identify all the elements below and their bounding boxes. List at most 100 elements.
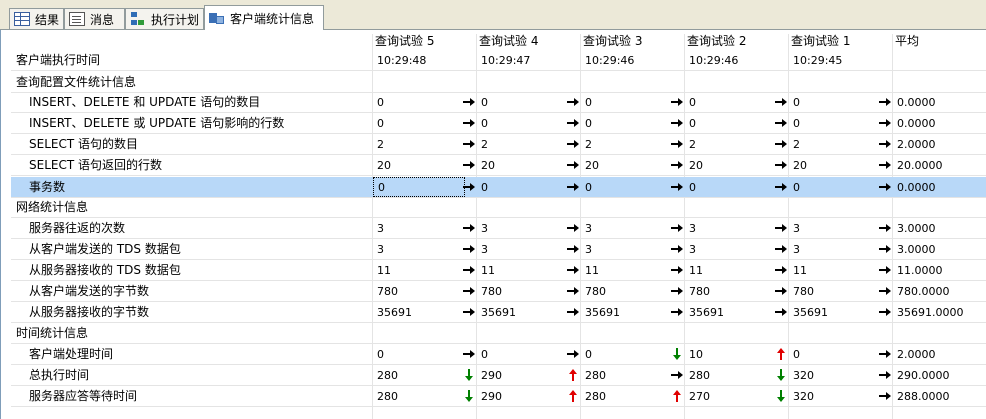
column-header[interactable]: 查询试验 2	[687, 32, 746, 51]
stat-value-avg[interactable]: 0.0000	[897, 113, 936, 134]
stat-value-trial-2[interactable]: 10:29:46	[689, 50, 738, 71]
stat-value-trial-4[interactable]: 11	[481, 260, 495, 281]
stat-row[interactable]: 从客户端发送的 TDS 数据包 3 3 3 3 3 3.0000	[11, 239, 986, 260]
stat-value-avg[interactable]: 0.0000	[897, 177, 936, 198]
stat-value-trial-1[interactable]: 780	[793, 281, 814, 302]
stat-value-trial-4[interactable]: 3	[481, 239, 488, 260]
stat-value-trial-5[interactable]: 20	[377, 155, 391, 176]
stat-value-trial-5[interactable]: 0	[373, 177, 465, 197]
stat-value-trial-1[interactable]: 0	[793, 344, 800, 365]
stat-value-trial-5[interactable]: 3	[377, 218, 384, 239]
stat-value-trial-4[interactable]: 35691	[481, 302, 516, 323]
stat-value-trial-1[interactable]: 20	[793, 155, 807, 176]
stat-value-avg[interactable]: 11.0000	[897, 260, 943, 281]
stat-value-trial-5[interactable]: 0	[377, 113, 384, 134]
tab-execution-plan[interactable]: 执行计划	[125, 8, 204, 29]
stat-value-trial-2[interactable]: 10	[689, 344, 703, 365]
stat-value-avg[interactable]: 780.0000	[897, 281, 950, 302]
stat-value-trial-2[interactable]: 0	[689, 113, 696, 134]
stat-value-trial-3[interactable]: 11	[585, 260, 599, 281]
stat-value-trial-1[interactable]: 0	[793, 113, 800, 134]
stat-row[interactable]: 从服务器接收的字节数 35691 35691 35691 35691 35691 35691…	[11, 302, 986, 323]
stat-value-trial-3[interactable]: 3	[585, 218, 592, 239]
stat-value-trial-4[interactable]: 10:29:47	[481, 50, 530, 71]
stat-value-trial-1[interactable]: 320	[793, 365, 814, 386]
stat-value-avg[interactable]: 290.0000	[897, 365, 950, 386]
stat-value-trial-3[interactable]: 0	[585, 344, 592, 365]
stat-row[interactable]: 总执行时间 280 290 280 280 320 290.0000	[11, 365, 986, 386]
stat-value-avg[interactable]: 288.0000	[897, 386, 950, 407]
stat-row[interactable]: 事务数 0 0 0 0 0 0.0000	[11, 177, 986, 198]
stat-value-trial-1[interactable]: 320	[793, 386, 814, 407]
stat-value-trial-5[interactable]: 3	[377, 239, 384, 260]
stat-value-trial-5[interactable]: 10:29:48	[377, 50, 426, 71]
stat-value-trial-2[interactable]: 35691	[689, 302, 724, 323]
stat-value-trial-3[interactable]: 280	[585, 365, 606, 386]
stat-value-trial-5[interactable]: 0	[377, 92, 384, 113]
stat-row[interactable]: 客户端执行时间 10:29:48 10:29:47 10:29:46 10:29:46 1…	[11, 50, 986, 71]
stat-value-trial-2[interactable]: 270	[689, 386, 710, 407]
stat-value-trial-2[interactable]: 0	[689, 177, 696, 198]
stat-value-trial-1[interactable]: 10:29:45	[793, 50, 842, 71]
stat-value-trial-3[interactable]: 2	[585, 134, 592, 155]
stat-value-trial-1[interactable]: 35691	[793, 302, 828, 323]
stat-value-avg[interactable]: 2.0000	[897, 344, 936, 365]
column-header[interactable]: 查询试验 4	[479, 32, 538, 51]
stat-row[interactable]: INSERT、DELETE 和 UPDATE 语句的数目 0 0 0 0 0 0.0000	[11, 92, 986, 113]
stat-value-trial-2[interactable]: 2	[689, 134, 696, 155]
stat-value-trial-1[interactable]: 2	[793, 134, 800, 155]
stat-value-trial-5[interactable]: 2	[377, 134, 384, 155]
stat-row[interactable]: 服务器应答等待时间 280 290 280 270 320 288.0000	[11, 386, 986, 407]
tab-client-statistics[interactable]: 客户端统计信息	[204, 5, 324, 30]
stat-value-trial-3[interactable]: 0	[585, 92, 592, 113]
stat-value-trial-4[interactable]: 0	[481, 113, 488, 134]
stat-value-trial-3[interactable]: 20	[585, 155, 599, 176]
stat-value-trial-5[interactable]: 0	[377, 344, 384, 365]
stat-value-trial-2[interactable]: 3	[689, 218, 696, 239]
stat-value-trial-1[interactable]: 11	[793, 260, 807, 281]
stat-value-trial-4[interactable]: 290	[481, 386, 502, 407]
stat-value-trial-5[interactable]: 280	[377, 386, 398, 407]
stat-value-trial-3[interactable]: 780	[585, 281, 606, 302]
stat-value-trial-3[interactable]: 35691	[585, 302, 620, 323]
stat-value-trial-2[interactable]: 3	[689, 239, 696, 260]
column-header[interactable]: 查询试验 1	[791, 32, 850, 51]
stat-value-trial-4[interactable]: 3	[481, 218, 488, 239]
stat-row[interactable]: SELECT 语句的数目 2 2 2 2 2 2.0000	[11, 134, 986, 155]
stat-value-trial-5[interactable]: 35691	[377, 302, 412, 323]
stat-row[interactable]: 客户端处理时间 0 0 0 10 0 2.0000	[11, 344, 986, 365]
tab-results[interactable]: 结果	[9, 8, 64, 29]
stat-value-trial-2[interactable]: 780	[689, 281, 710, 302]
stat-value-trial-1[interactable]: 0	[793, 177, 800, 198]
stat-value-trial-3[interactable]: 10:29:46	[585, 50, 634, 71]
stat-value-trial-4[interactable]: 2	[481, 134, 488, 155]
stat-value-trial-4[interactable]: 780	[481, 281, 502, 302]
stat-value-trial-2[interactable]: 20	[689, 155, 703, 176]
stat-row[interactable]: 服务器往返的次数 3 3 3 3 3 3.0000	[11, 218, 986, 239]
stat-value-trial-2[interactable]: 0	[689, 92, 696, 113]
stat-value-trial-4[interactable]: 0	[481, 344, 488, 365]
stat-value-trial-5[interactable]: 280	[377, 365, 398, 386]
stat-row[interactable]: SELECT 语句返回的行数 20 20 20 20 20 20.0000	[11, 155, 986, 176]
stat-value-trial-5[interactable]: 11	[377, 260, 391, 281]
stat-row[interactable]: INSERT、DELETE 或 UPDATE 语句影响的行数 0 0 0 0 0 0.000…	[11, 113, 986, 134]
stat-row[interactable]: 从服务器接收的 TDS 数据包 11 11 11 11 11 11.0000	[11, 260, 986, 281]
stat-value-trial-2[interactable]: 280	[689, 365, 710, 386]
stat-value-trial-1[interactable]: 3	[793, 239, 800, 260]
column-header[interactable]: 查询试验 3	[583, 32, 642, 51]
stat-value-avg[interactable]: 20.0000	[897, 155, 943, 176]
stat-value-avg[interactable]: 3.0000	[897, 218, 936, 239]
stat-value-trial-3[interactable]: 0	[585, 113, 592, 134]
stat-value-trial-3[interactable]: 3	[585, 239, 592, 260]
stat-value-avg[interactable]: 35691.0000	[897, 302, 963, 323]
stat-value-avg[interactable]: 3.0000	[897, 239, 936, 260]
stat-value-trial-4[interactable]: 20	[481, 155, 495, 176]
stat-value-trial-1[interactable]: 3	[793, 218, 800, 239]
stat-value-trial-4[interactable]: 290	[481, 365, 502, 386]
stat-value-avg[interactable]: 0.0000	[897, 92, 936, 113]
stat-value-trial-4[interactable]: 0	[481, 177, 488, 198]
stat-value-trial-3[interactable]: 0	[585, 177, 592, 198]
stat-value-trial-4[interactable]: 0	[481, 92, 488, 113]
tab-messages[interactable]: 消息	[64, 8, 125, 29]
column-header[interactable]: 平均	[895, 32, 919, 51]
